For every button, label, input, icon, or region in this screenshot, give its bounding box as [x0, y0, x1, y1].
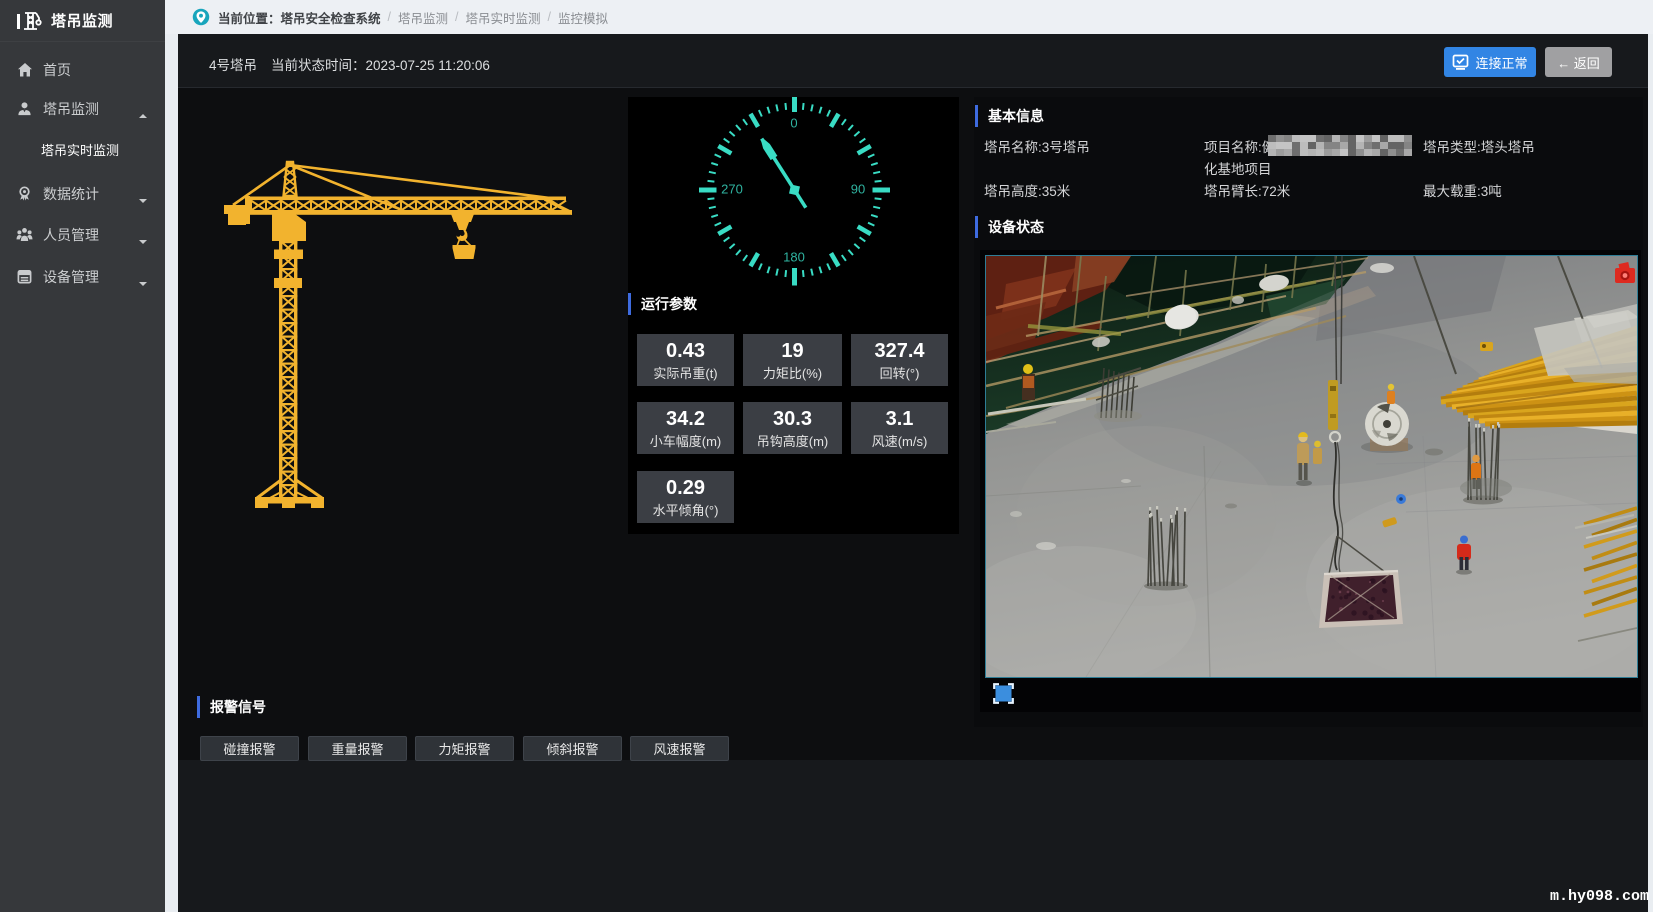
svg-text:180: 180 [783, 249, 805, 264]
svg-text:90: 90 [851, 181, 865, 196]
svg-text:0: 0 [790, 115, 797, 130]
svg-text:270: 270 [721, 181, 743, 196]
